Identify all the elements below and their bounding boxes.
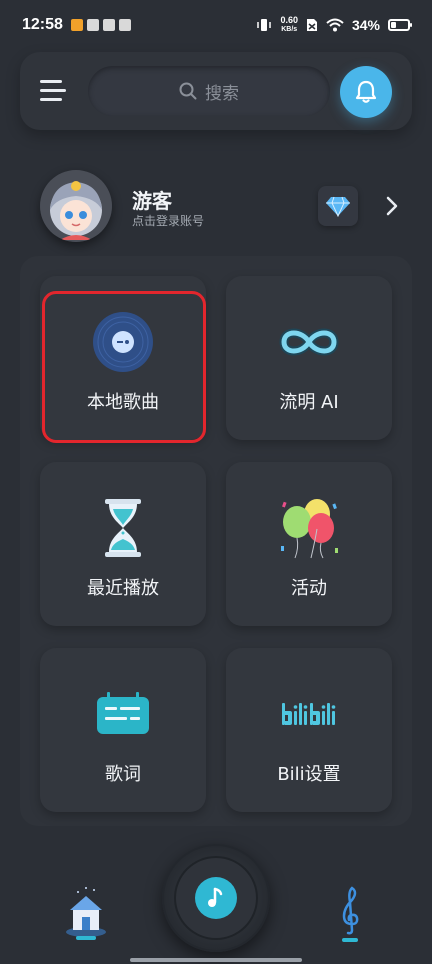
card-label: Bili设置 bbox=[277, 764, 341, 785]
user-name[interactable]: 游客 bbox=[132, 185, 172, 214]
net-speed: 0.60 KB/s bbox=[280, 15, 298, 34]
avatar[interactable] bbox=[40, 170, 112, 242]
bilibili-logo bbox=[282, 703, 336, 725]
diamond-icon bbox=[326, 196, 350, 217]
card-label: 本地歌曲 bbox=[87, 392, 159, 413]
lyrics-icon bbox=[97, 692, 149, 734]
balloons-icon bbox=[281, 499, 338, 559]
battery-percent: 34% bbox=[351, 17, 380, 33]
music-note-icon bbox=[208, 887, 223, 907]
status-bar: 12:58 0.60 KB/s 34% bbox=[0, 0, 432, 50]
vibrate-icon bbox=[257, 19, 272, 31]
local-songs-card[interactable]: 本地歌曲 bbox=[40, 276, 206, 440]
lumina-ai-card[interactable]: 流明 AI bbox=[226, 276, 392, 440]
nav-home[interactable] bbox=[56, 884, 116, 940]
bell-icon bbox=[355, 80, 377, 103]
sim-off-icon bbox=[306, 19, 317, 31]
battery-icon bbox=[388, 19, 412, 31]
vinyl-disc-icon bbox=[93, 312, 153, 372]
bottom-nav bbox=[0, 826, 432, 964]
app-notification-icon bbox=[70, 19, 83, 31]
infinity-icon bbox=[279, 328, 339, 356]
recent-plays-card[interactable]: 最近播放 bbox=[40, 462, 206, 626]
feature-grid: 本地歌曲 流明 AI 最近播放 活动 歌词 Bili设置 bbox=[20, 256, 412, 826]
search-icon bbox=[179, 82, 197, 100]
home-icon bbox=[66, 887, 106, 940]
activity-card[interactable]: 活动 bbox=[226, 462, 392, 626]
now-playing-button[interactable] bbox=[162, 844, 270, 952]
wifi-icon bbox=[326, 18, 344, 32]
chevron-right-icon[interactable] bbox=[382, 194, 402, 218]
notification-button[interactable] bbox=[340, 66, 392, 118]
top-bar: 搜索 bbox=[20, 52, 412, 130]
status-time: 12:58 bbox=[22, 16, 63, 33]
hourglass-icon bbox=[105, 499, 141, 557]
card-label: 歌词 bbox=[105, 764, 141, 785]
search-input[interactable]: 搜索 bbox=[88, 66, 330, 116]
app-notification-icon bbox=[102, 19, 115, 31]
lyrics-card[interactable]: 歌词 bbox=[40, 648, 206, 812]
card-label: 流明 AI bbox=[279, 392, 339, 413]
home-indicator bbox=[130, 958, 302, 962]
search-placeholder: 搜索 bbox=[205, 83, 239, 104]
app-notification-icon bbox=[118, 19, 131, 31]
treble-clef-icon bbox=[342, 886, 359, 942]
app-notification-icon bbox=[86, 19, 99, 31]
menu-button[interactable] bbox=[40, 76, 70, 106]
card-label: 活动 bbox=[291, 578, 327, 599]
card-label: 最近播放 bbox=[87, 578, 159, 599]
login-prompt[interactable]: 点击登录账号 bbox=[132, 212, 204, 229]
vip-button[interactable] bbox=[318, 186, 358, 226]
bili-settings-card[interactable]: Bili设置 bbox=[226, 648, 392, 812]
nav-music[interactable] bbox=[330, 882, 370, 944]
